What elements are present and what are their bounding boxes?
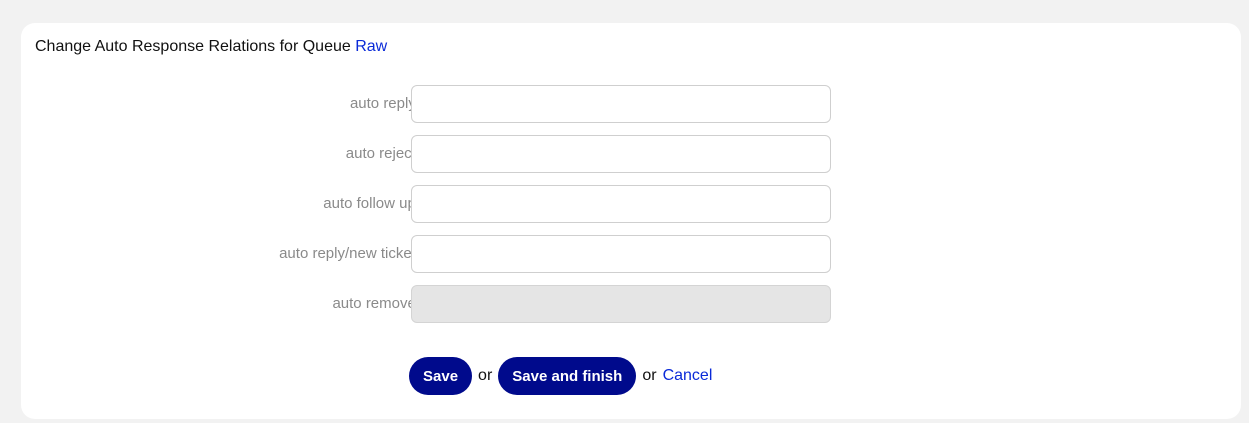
auto-reply-field[interactable]	[411, 85, 831, 123]
auto-reply-label: auto reply:	[349, 95, 420, 112]
or-separator: or	[478, 367, 493, 384]
queue-name-link[interactable]: Raw	[355, 38, 387, 55]
auto-remove-field	[411, 285, 831, 323]
auto-reply-new-ticket-field[interactable]	[411, 235, 831, 273]
auto-remove-row: auto remove:	[21, 285, 841, 323]
auto-follow-up-field[interactable]	[411, 185, 831, 223]
save-button[interactable]: Save	[409, 357, 473, 395]
save-and-finish-button[interactable]: Save and finish	[498, 357, 637, 395]
auto-reject-label: auto reject:	[345, 145, 420, 162]
page-title: Change Auto Response Relations for Queue…	[35, 38, 387, 56]
auto-follow-up-label: auto follow up:	[323, 195, 420, 212]
queue-auto-response-panel: Change Auto Response Relations for Queue…	[21, 23, 1241, 419]
form-actions: Save or Save and finish or Cancel	[409, 357, 712, 395]
auto-follow-up-row: auto follow up:	[21, 185, 841, 223]
auto-reply-row: auto reply:	[21, 85, 841, 123]
or-separator: or	[642, 367, 657, 384]
auto-reply-new-ticket-label: auto reply/new ticket:	[279, 245, 420, 262]
auto-reject-row: auto reject:	[21, 135, 841, 173]
auto-reject-field[interactable]	[411, 135, 831, 173]
page-title-text: Change Auto Response Relations for Queue	[35, 38, 351, 55]
auto-remove-label: auto remove:	[332, 295, 420, 312]
auto-reply-new-ticket-row: auto reply/new ticket:	[21, 235, 841, 273]
cancel-link[interactable]: Cancel	[663, 367, 713, 385]
